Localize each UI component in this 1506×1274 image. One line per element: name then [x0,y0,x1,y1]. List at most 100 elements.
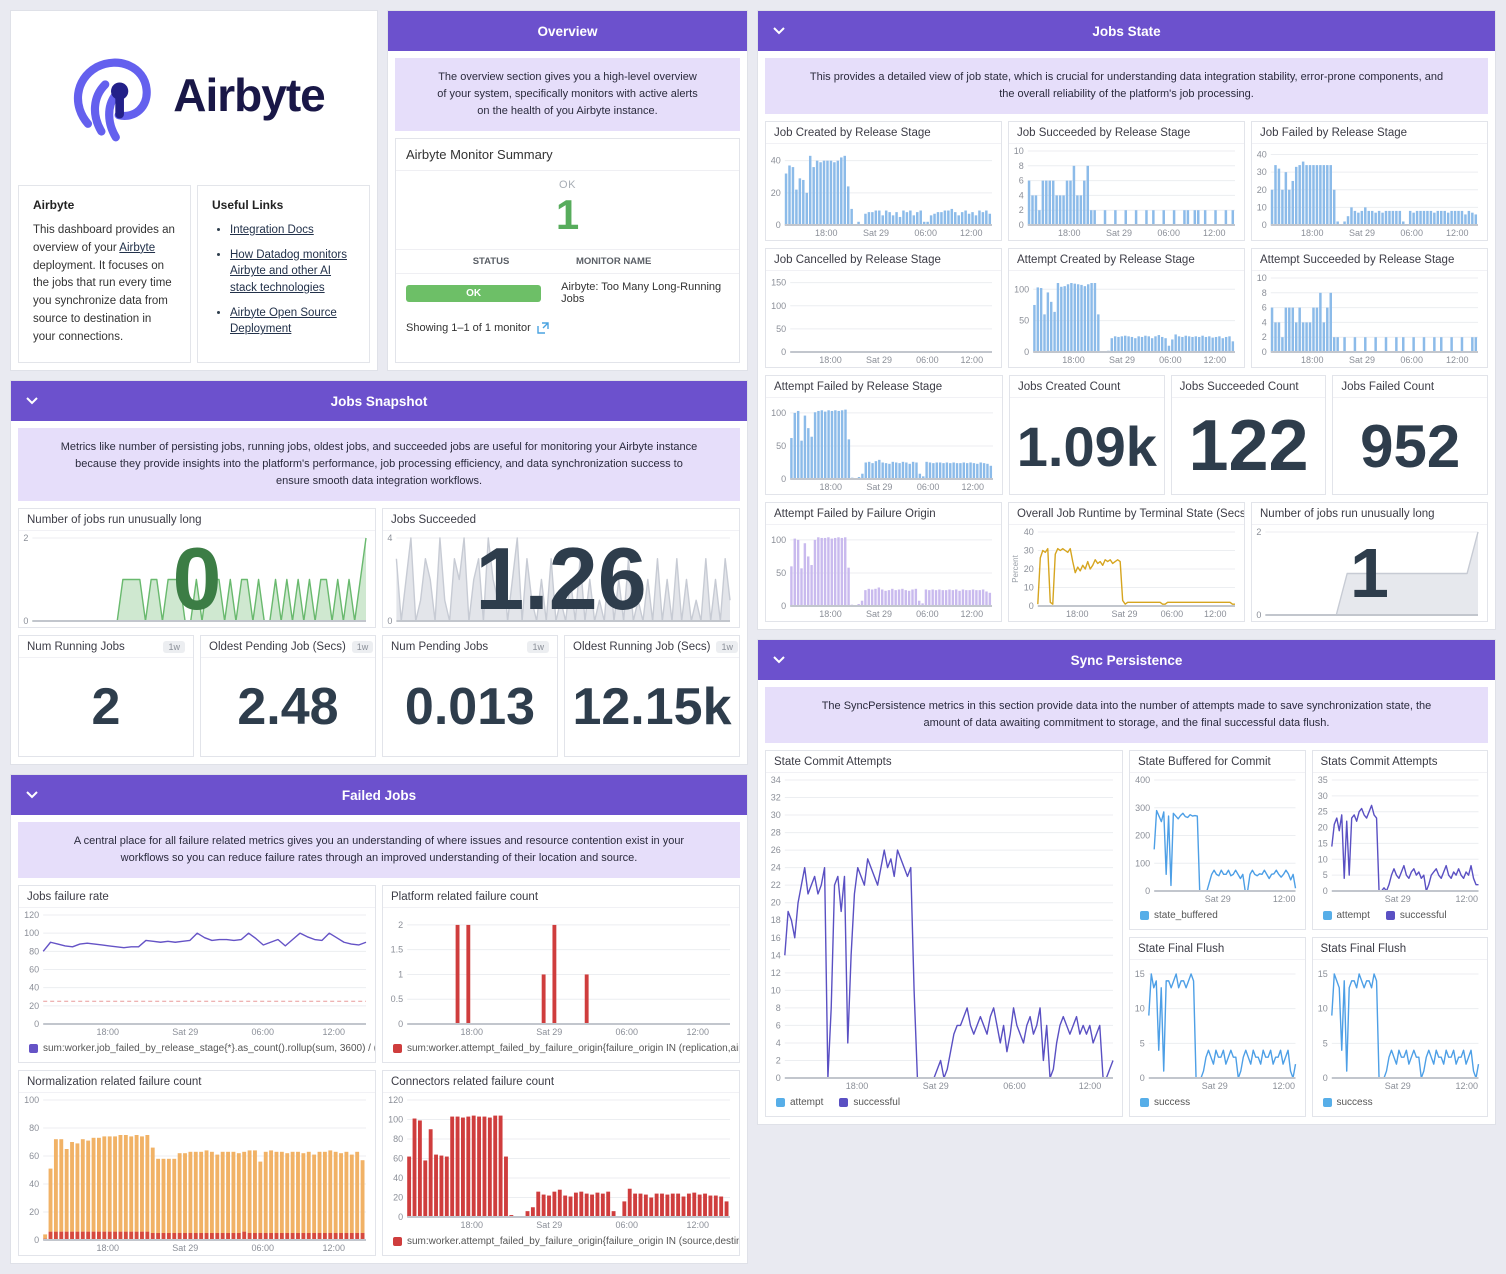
monitor-name-link[interactable]: Airbyte: Too Many Long-Running Jobs [561,281,729,305]
qv-oldest-pending-job[interactable]: Oldest Pending Job (Secs) 1w 2.48 [200,635,376,758]
legend-item[interactable]: success [1322,1097,1373,1108]
svg-text:18:00: 18:00 [1062,355,1085,365]
chart-area[interactable]: 0 5 10 15 Sat 29 12:00 [1130,960,1305,1093]
chart-area[interactable]: 1 02 [1252,525,1487,621]
query-value: 952 [1360,412,1461,480]
chart-area[interactable]: 0 02 [19,531,375,627]
chart-job-cancelled-by-release-stage[interactable]: Job Cancelled by Release Stage 0 50 100 150… [765,248,1002,369]
qv-jobs-failed-count[interactable]: Jobs Failed Count 952 [1332,375,1489,496]
monitor-summary-card[interactable]: Airbyte Monitor Summary OK 1 STATUS MONI… [395,138,740,363]
link-airbyte-open-source-deployment[interactable]: Airbyte Open Source Deployment [230,307,337,336]
chart-area[interactable]: 0 100 200 300 400 Sat 29 12:00 [1130,773,1305,906]
overview-header[interactable]: Overview [388,11,747,51]
chart-job-failed-by-release-stage[interactable]: Job Failed by Release Stage 0 10 20 30 40 18:… [1251,121,1488,242]
chart-normalization-failure-count[interactable]: Normalization related failure count 0 20 4… [18,1070,376,1257]
svg-text:28: 28 [771,828,781,838]
chart-stats-commit-attempts[interactable]: Stats Commit Attempts 0 5 10 15 20 25 30 35 Sat … [1311,750,1488,931]
sync-persistence-section: Sync Persistence The SyncPersistence met… [757,639,1496,1126]
svg-text:10: 10 [1317,1004,1327,1014]
chart-area[interactable]: 0 5 10 15 20 25 30 35 Sat 29 12:00 [1313,773,1488,906]
svg-text:20: 20 [771,898,781,908]
chart-attempt-succeeded-by-release-stage[interactable]: Attempt Succeeded by Release Stage 02468… [1251,248,1488,369]
svg-text:Sat 29: Sat 29 [863,228,889,238]
chart-state-buffered-for-commit[interactable]: State Buffered for Commit 0 100 200 300 400 S… [1129,750,1306,931]
chart-number-jobs-unusually-long[interactable]: Number of jobs run unusually long 0 02 [18,508,376,629]
sync-persistence-header[interactable]: Sync Persistence [758,640,1495,681]
failed-jobs-header[interactable]: Failed Jobs [11,775,747,816]
chart-area[interactable]: 0 2 4 6 8 10 18:00 Sat 29 06:00 12:00 [1009,144,1244,240]
chart-area[interactable]: 1.26 04 [383,531,739,627]
chart-state-final-flush[interactable]: State Final Flush 0 5 10 15 Sat 29 12:00 succ… [1129,937,1306,1118]
chart-area[interactable]: 0 50 100 150 18:00 Sat 29 06:00 12:00 [766,271,1001,367]
svg-text:0: 0 [1256,610,1261,620]
svg-text:06:00: 06:00 [1157,228,1180,238]
qv-jobs-created-count[interactable]: Jobs Created Count 1.09k [1009,375,1165,496]
chart-attempt-created-by-release-stage[interactable]: Attempt Created by Release Stage 0 50 100 1… [1008,248,1245,369]
chart-area[interactable]: 0 2 4 6 8 10 12 14 16 18 20 22 24 26 28 30 32 34 18:00 Sat … [766,773,1122,1093]
jobs-snapshot-header[interactable]: Jobs Snapshot [11,381,747,421]
link-integration-docs[interactable]: Integration Docs [230,224,314,236]
svg-text:12:00: 12:00 [961,355,984,365]
legend-item[interactable]: attempt [776,1097,823,1108]
chart-attempt-failed-by-failure-origin[interactable]: Attempt Failed by Failure Origin 0 50 100 1… [765,502,1002,623]
chart-area[interactable]: 0 20 40 60 80 100 120 18:00 Sat 29 06:00 12:00 [383,1093,739,1232]
query-value: 12.15k [572,678,732,737]
chart-area[interactable]: 0 20 40 60 80 100 18:00 Sat 29 06:00 12:00 [19,1093,375,1255]
airbyte-logo-icon [74,58,151,142]
legend-item[interactable]: successful [839,1097,900,1108]
legend-item[interactable]: success [1140,1097,1190,1108]
chart-area[interactable]: 0 20 40 60 80 100 120 18:00 Sat 29 06:00 12:00 [19,908,375,1039]
chart-area[interactable]: 0 20 40 18:00 Sat 29 06:00 12:00 [766,144,1001,240]
legend-item[interactable]: sum:worker.job_failed_by_release_stage{*… [29,1043,375,1054]
legend-item[interactable]: successful [1385,910,1447,921]
chart-area[interactable]: 0 50 100 18:00 Sat 29 06:00 12:00 [766,398,1002,494]
chart-area[interactable]: 0 50 100 18:00 Sat 29 06:00 12:00 [766,525,1001,621]
qv-num-running-jobs[interactable]: Num Running Jobs 1w 2 [18,635,194,758]
chart-stats-final-flush[interactable]: Stats Final Flush 0 5 10 15 Sat 29 12:00 succ… [1311,937,1488,1118]
svg-text:12:00: 12:00 [1204,609,1227,619]
chart-area[interactable]: 0 10 20 30 40 18:00 Sat 29 06:00 12:00 [1252,144,1487,240]
svg-text:10: 10 [771,986,781,996]
chevron-down-icon[interactable] [26,791,38,799]
jobs-state-header[interactable]: Jobs State [758,11,1495,51]
chart-job-created-by-release-stage[interactable]: Job Created by Release Stage 0 20 40 18:00 S… [765,121,1002,242]
qv-oldest-running-job[interactable]: Oldest Running Job (Secs) 1w 12.15k [564,635,740,758]
about-text: This dashboard provides an overview of y… [33,224,175,343]
chart-attempt-failed-by-release-stage[interactable]: Attempt Failed by Release Stage 0 50 100 18… [765,375,1003,496]
qv-jobs-succeeded-count[interactable]: Jobs Succeeded Count 122 [1170,375,1327,496]
legend-item[interactable]: sum:worker.attempt_failed_by_failure_ori… [393,1236,739,1247]
svg-text:120: 120 [388,1095,403,1105]
chart-number-jobs-unusually-long-state[interactable]: Number of jobs run unusually long 1 02 [1251,502,1488,623]
chart-connectors-failure-count[interactable]: Connectors related failure count 0 20 40 60… [382,1070,740,1257]
external-link-icon[interactable] [537,322,549,334]
chart-area[interactable]: 0 50 100 18:00 Sat 29 06:00 12:00 [1009,271,1244,367]
svg-text:2: 2 [1256,527,1261,537]
legend-item[interactable]: state_buffered [1140,910,1218,921]
chart-area[interactable]: 0 2 4 6 8 10 18:00 Sat 29 06:00 12:00 [1252,271,1487,367]
chart-jobs-succeeded[interactable]: Jobs Succeeded 1.26 04 [382,508,740,629]
svg-text:2: 2 [398,920,403,930]
link-how-datadog-monitors-airbyte[interactable]: How Datadog monitors Airbyte and other A… [230,249,347,294]
chart-state-commit-attempts[interactable]: State Commit Attempts 0 2 4 6 8 10 12 14 16 18 20 2… [765,750,1123,1118]
chart-jobs-failure-rate[interactable]: Jobs failure rate 0 20 40 60 80 100 120 18:00 Sa… [18,885,376,1064]
chart-area[interactable]: 0 0.5 1 1.5 2 18:00 Sat 29 06:00 12:00 [383,908,739,1039]
chevron-down-icon[interactable] [26,397,38,405]
airbyte-link[interactable]: Airbyte [119,242,155,254]
legend-item[interactable]: attempt [1322,910,1370,921]
chart-overall-job-runtime[interactable]: Overall Job Runtime by Terminal State (S… [1008,502,1245,623]
chevron-down-icon[interactable] [773,656,785,664]
query-value: 2 [91,678,121,737]
chart-platform-failure-count[interactable]: Platform related failure count 0 0.5 1 1.5 2… [382,885,740,1064]
chart-area[interactable]: 0 10 20 30 40 Percent 18:00 Sat 29 06:00 12:00 [1009,525,1244,621]
svg-text:12:00: 12:00 [686,1027,709,1037]
svg-text:06:00: 06:00 [1159,355,1182,365]
chart-area[interactable]: 0 5 10 15 Sat 29 12:00 [1313,960,1488,1093]
chevron-down-icon[interactable] [773,27,785,35]
chart-job-succeeded-by-release-stage[interactable]: Job Succeeded by Release Stage 0 2 4 6 8 10 18… [1008,121,1245,242]
legend-item[interactable]: sum:worker.attempt_failed_by_failure_ori… [393,1043,739,1054]
qv-num-pending-jobs[interactable]: Num Pending Jobs 1w 0.013 [382,635,558,758]
svg-text:18:00: 18:00 [1301,228,1324,238]
svg-text:Sat 29: Sat 29 [1205,894,1231,904]
monitor-row[interactable]: OK Airbyte: Too Many Long-Running Jobs [396,274,739,312]
svg-text:18:00: 18:00 [819,482,842,492]
